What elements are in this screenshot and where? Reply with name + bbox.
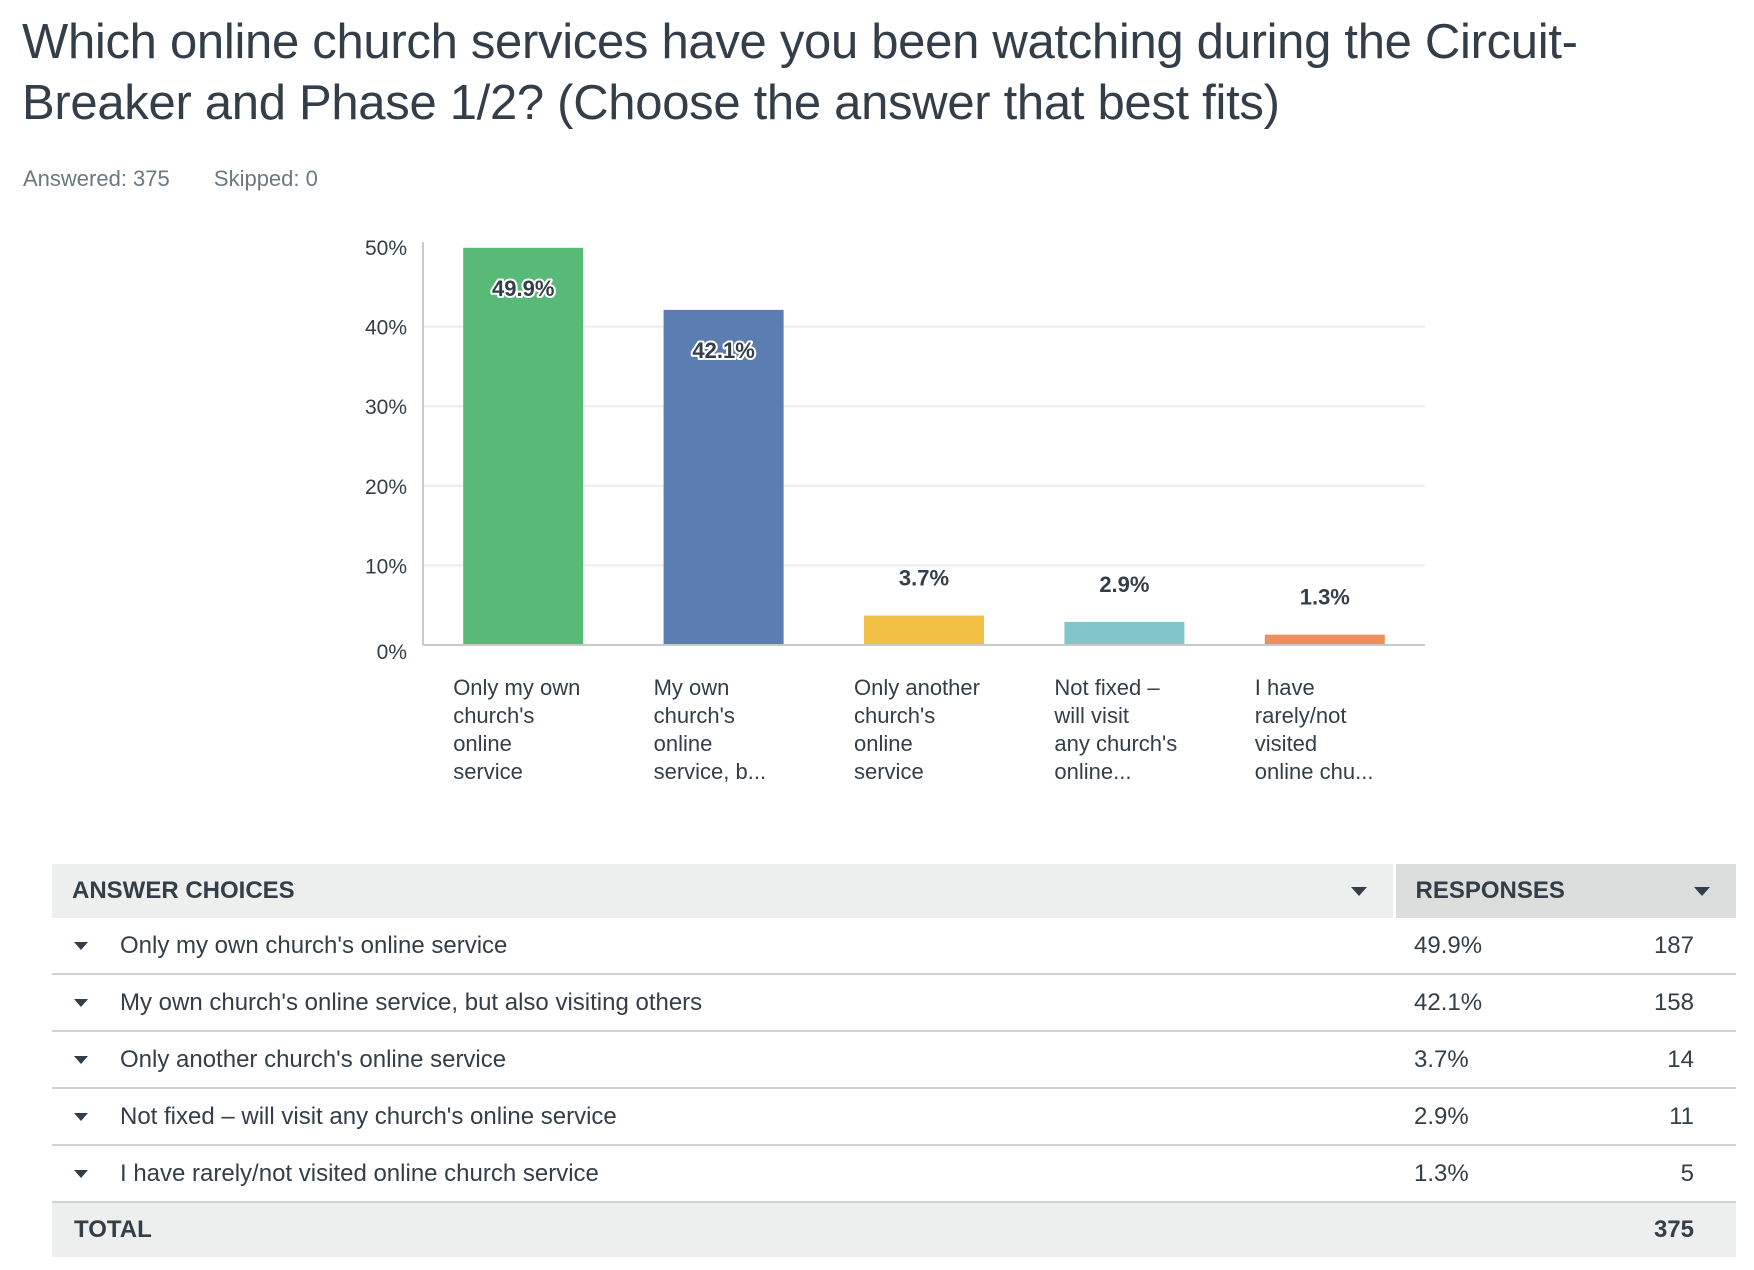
table-row: Only another church's online service 3.7… <box>52 1031 1736 1089</box>
y-tick-label: 40% <box>365 317 407 340</box>
bar-chart: 0% 10% 20% 30% 40% 50% 49.9% 42.1% 3.7% 2.9% 1.3%… <box>365 237 1425 784</box>
response-percent: 49.9% <box>1394 918 1634 975</box>
response-count: 11 <box>1634 1088 1736 1146</box>
response-percent: 42.1% <box>1394 974 1634 1032</box>
sort-caret-icon[interactable] <box>1694 886 1710 896</box>
bar-value-label: 42.1% <box>692 338 754 363</box>
y-tick-label: 50% <box>365 237 407 260</box>
expand-caret-icon[interactable] <box>74 942 88 951</box>
expand-caret-icon[interactable] <box>74 1113 88 1122</box>
table-row: I have rarely/not visited online church … <box>52 1145 1736 1203</box>
response-percent: 1.3% <box>1394 1145 1634 1203</box>
response-count: 158 <box>1634 974 1736 1032</box>
total-count: 375 <box>1634 1202 1736 1257</box>
answered-count: Answered: 375 <box>23 166 170 191</box>
response-percent: 2.9% <box>1394 1088 1634 1146</box>
answer-label: Only my own church's online service <box>120 931 508 959</box>
table-row: Only my own church's online service 49.9… <box>52 918 1736 975</box>
question-title: Which online church services have you be… <box>22 15 1578 130</box>
answer-label: Only another church's online service <box>120 1045 507 1073</box>
response-count: 187 <box>1634 918 1736 975</box>
y-tick-label: 20% <box>365 476 407 499</box>
y-tick-label: 10% <box>365 555 407 578</box>
bar[interactable] <box>463 247 584 645</box>
answer-label: Not fixed – will visit any church's onli… <box>120 1102 617 1130</box>
response-count: 14 <box>1634 1031 1736 1089</box>
bar[interactable] <box>1264 634 1385 645</box>
bar-value-label: 49.9% <box>492 276 554 301</box>
table-row: Not fixed – will visit any church's onli… <box>52 1088 1736 1146</box>
x-category-label: Only my own church's online service <box>453 675 580 784</box>
expand-caret-icon[interactable] <box>74 1170 88 1179</box>
bar-value-label: 1.3% <box>1300 585 1350 610</box>
bar[interactable] <box>864 615 984 645</box>
sort-caret-icon[interactable] <box>1350 886 1367 896</box>
answer-label: My own church's online service, but also… <box>120 988 703 1016</box>
x-axis-labels: Only my own church's online service My own ch… <box>453 675 1373 784</box>
x-category-label: My own church's online service, b... <box>654 675 766 784</box>
y-tick-label: 30% <box>365 396 407 419</box>
answer-choices-header-label: ANSWER CHOICES <box>72 877 295 904</box>
answer-label: I have rarely/not visited online church … <box>120 1159 599 1187</box>
total-row: TOTAL 375 <box>52 1202 1736 1257</box>
answer-choices-header[interactable]: ANSWER CHOICES <box>52 864 1394 918</box>
responses-header-label: RESPONSES <box>1415 877 1565 904</box>
response-percent: 3.7% <box>1394 1031 1634 1089</box>
total-label: TOTAL <box>52 1202 1394 1257</box>
responses-header[interactable]: RESPONSES <box>1392 864 1736 918</box>
x-category-label: Only another church's online service <box>854 675 980 784</box>
bar[interactable] <box>1064 621 1185 645</box>
bar-value-label: 3.7% <box>899 566 949 591</box>
x-category-label: I have rarely/not visited online chu... <box>1255 675 1374 784</box>
expand-caret-icon[interactable] <box>74 999 88 1008</box>
bar-value-label: 2.9% <box>1099 572 1149 597</box>
table-row: My own church's online service, but also… <box>52 974 1736 1032</box>
y-tick-label: 0% <box>377 641 407 664</box>
y-axis-ticks: 0% 10% 20% 30% 40% 50% <box>365 237 407 664</box>
responses-table: ANSWER CHOICES RESPONSES Only my own chu… <box>52 864 1736 1257</box>
skipped-count: Skipped: 0 <box>213 166 318 191</box>
expand-caret-icon[interactable] <box>74 1056 88 1065</box>
response-count: 5 <box>1634 1145 1736 1203</box>
x-category-label: Not fixed – will visit any church's online.… <box>1053 675 1177 784</box>
response-summary: Answered: 375 Skipped: 0 <box>23 166 356 192</box>
